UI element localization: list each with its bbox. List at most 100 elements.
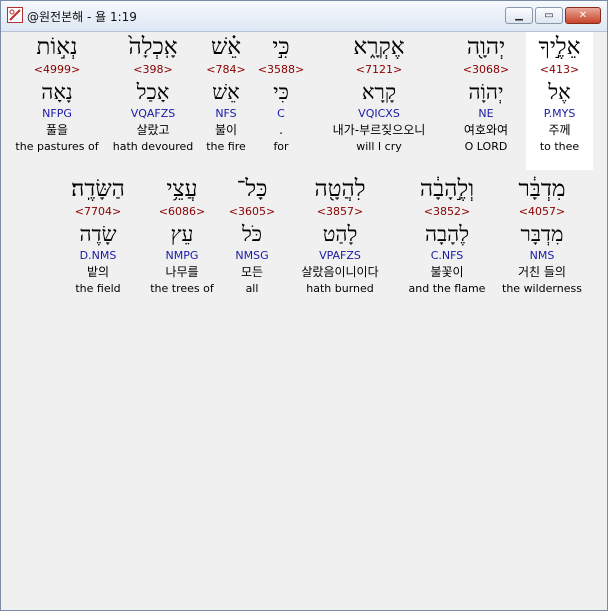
english-gloss: the wilderness — [502, 282, 582, 295]
hebrew-word: אֶקְרָ֑א — [353, 34, 405, 60]
word-cell[interactable]: אֵלֶ֣יךָ <413> אֶל P.MYS 주께 to thee — [526, 32, 593, 170]
hebrew-word: מִדְבָּ֔ר — [518, 176, 566, 202]
strongs-number[interactable]: <4057> — [496, 204, 588, 220]
hebrew-word: הַשָּׂדֶֽה׃ — [71, 176, 125, 202]
english-gloss: the field — [75, 282, 121, 295]
maximize-button[interactable]: ▭ — [535, 7, 563, 24]
hebrew-word: וְלֶ֣הָבָ֔ה — [419, 176, 475, 202]
strongs-number[interactable]: <4999> — [10, 62, 104, 78]
close-button[interactable]: ✕ — [565, 7, 601, 24]
parsing-code: C.NFS — [430, 249, 464, 262]
word-cell[interactable]: עֲצֵ֥י <6086> עֵץ NMPG 나무를 the trees of — [144, 174, 220, 297]
close-icon: ✕ — [578, 10, 588, 21]
hebrew-word: כִּ֣י — [272, 34, 290, 60]
hebrew-word: כָּל־ — [236, 176, 268, 202]
hebrew-word: אָֽכְלָה֙ — [128, 34, 178, 60]
hebrew-lemma: נָאָה — [41, 80, 73, 104]
hebrew-lemma: כֹּל — [241, 222, 263, 246]
parsing-code: C — [277, 107, 285, 120]
strongs-number[interactable]: <413> — [526, 62, 593, 78]
english-gloss: to thee — [539, 140, 580, 153]
parsing-code: NMSG — [235, 249, 269, 262]
word-cell[interactable]: כָּל־ <3605> כֹּל NMSG 모든 all — [224, 174, 280, 297]
english-gloss: the fire — [206, 140, 246, 153]
hebrew-lemma: אֶל — [548, 80, 571, 104]
korean-gloss: 밭의 — [86, 265, 110, 279]
hebrew-word: אֵלֶ֣יךָ — [538, 34, 581, 60]
word-cell[interactable]: מִדְבָּ֔ר <4057> מִדְבָּר NMS 거친 들의 the … — [496, 174, 588, 297]
hebrew-lemma: קָרָא — [361, 80, 397, 104]
word-cell[interactable]: אָֽכְלָה֙ <398> אָכַל VQAFZS 살랐고 hath de… — [110, 32, 196, 155]
english-gloss: all — [245, 282, 259, 295]
title-bar[interactable]: @원전본해 - 욜 1:19 ▁ ▭ ✕ — [1, 1, 607, 32]
hebrew-word: עֲצֵ֥י — [166, 176, 198, 202]
parsing-code: D.NMS — [79, 249, 117, 262]
hebrew-word: לִהֲטָ֖ה — [314, 176, 366, 202]
korean-gloss: 불이 — [214, 123, 238, 137]
korean-gloss: 거친 들의 — [518, 265, 566, 279]
hebrew-word: אֵ֗שׁ — [210, 34, 242, 60]
parsing-code: VQAFZS — [130, 107, 176, 120]
parsing-code: NMS — [529, 249, 555, 262]
hebrew-lemma: שָׂדֶה — [79, 222, 117, 246]
strongs-number[interactable]: <3852> — [405, 204, 489, 220]
word-cell[interactable]: הַשָּׂדֶֽה׃ <7704> שָׂדֶה D.NMS 밭의 the f… — [60, 174, 136, 297]
hebrew-word: נְא֣וֹת — [36, 34, 78, 60]
word-cell[interactable]: וְלֶ֣הָבָ֔ה <3852> לֶהָבָה C.NFS 불꽃이 and… — [405, 174, 489, 297]
parsing-code: VPAFZS — [319, 249, 361, 262]
english-gloss: O LORD — [464, 140, 508, 153]
hebrew-lemma: מִדְבָּר — [520, 222, 564, 246]
strongs-number[interactable]: <784> — [202, 62, 250, 78]
strongs-number[interactable]: <7704> — [60, 204, 136, 220]
parsing-code: NMPG — [165, 249, 199, 262]
english-gloss: for — [273, 140, 289, 153]
hebrew-lemma: יְהוָֹה — [468, 80, 504, 104]
verse-interlinear-panel: אֵלֶ֣יךָ <413> אֶל P.MYS 주께 to thee יְהו… — [4, 32, 604, 607]
hebrew-lemma: לָהַט — [322, 222, 358, 246]
window-title: @원전본해 - 욜 1:19 — [27, 10, 137, 24]
word-cell[interactable]: לִהֲטָ֖ה <3857> לָהַט VPAFZS 살랐음이니이다 hat… — [283, 174, 397, 297]
korean-gloss: 나무를 — [165, 265, 199, 279]
korean-gloss: 살랐고 — [136, 123, 170, 137]
korean-gloss: 내가-부르짖으오니 — [332, 123, 426, 137]
english-gloss: will I cry — [356, 140, 402, 153]
word-cell[interactable]: אֵ֗שׁ <784> אֵשׁ NFS 불이 the fire — [202, 32, 250, 155]
english-gloss: hath burned — [306, 282, 374, 295]
parsing-code: NFPG — [42, 107, 72, 120]
korean-gloss: 주께 — [548, 123, 571, 137]
korean-gloss: 모든 — [240, 265, 264, 279]
word-cell[interactable]: נְא֣וֹת <4999> נָאָה NFPG 풀을 the pasture… — [10, 32, 104, 155]
korean-gloss: 여호와여 — [463, 123, 509, 137]
maximize-icon: ▭ — [544, 10, 554, 21]
korean-gloss: 살랐음이니이다 — [301, 265, 379, 279]
english-gloss: and the flame — [408, 282, 486, 295]
english-gloss: hath devoured — [112, 140, 194, 153]
parsing-code: VQICXS — [358, 107, 400, 120]
strongs-number[interactable]: <398> — [110, 62, 196, 78]
parsing-code: P.MYS — [543, 107, 576, 120]
hebrew-lemma: אֵשׁ — [212, 80, 240, 104]
hebrew-lemma: כִּי — [273, 80, 289, 104]
word-cell[interactable]: כִּ֣י <3588> כִּי C . for — [256, 32, 306, 155]
word-cell[interactable]: יְהוָ֖ה <3068> יְהוָֹה NE 여호와여 O LORD — [443, 32, 529, 155]
hebrew-lemma: לֶהָבָה — [424, 222, 470, 246]
english-gloss: the trees of — [150, 282, 214, 295]
hebrew-lemma: עֵץ — [170, 222, 194, 246]
app-logo-icon — [7, 7, 23, 23]
strongs-number[interactable]: <7121> — [314, 62, 444, 78]
minimize-button[interactable]: ▁ — [505, 7, 533, 24]
strongs-number[interactable]: <3857> — [283, 204, 397, 220]
korean-gloss: . — [279, 123, 283, 137]
minimize-icon: ▁ — [515, 10, 523, 21]
korean-gloss: 불꽃이 — [430, 265, 464, 279]
word-cell[interactable]: אֶקְרָ֑א <7121> קָרָא VQICXS 내가-부르짖으오니 w… — [314, 32, 444, 155]
korean-gloss: 풀을 — [45, 123, 69, 137]
english-gloss: the pastures of — [15, 140, 99, 153]
app-window: @원전본해 - 욜 1:19 ▁ ▭ ✕ אֵלֶ֣יךָ <413> אֶל … — [0, 0, 608, 611]
parsing-code: NE — [478, 107, 494, 120]
hebrew-lemma: אָכַל — [136, 80, 170, 104]
strongs-number[interactable]: <3605> — [224, 204, 280, 220]
strongs-number[interactable]: <3588> — [256, 62, 306, 78]
strongs-number[interactable]: <3068> — [443, 62, 529, 78]
strongs-number[interactable]: <6086> — [144, 204, 220, 220]
